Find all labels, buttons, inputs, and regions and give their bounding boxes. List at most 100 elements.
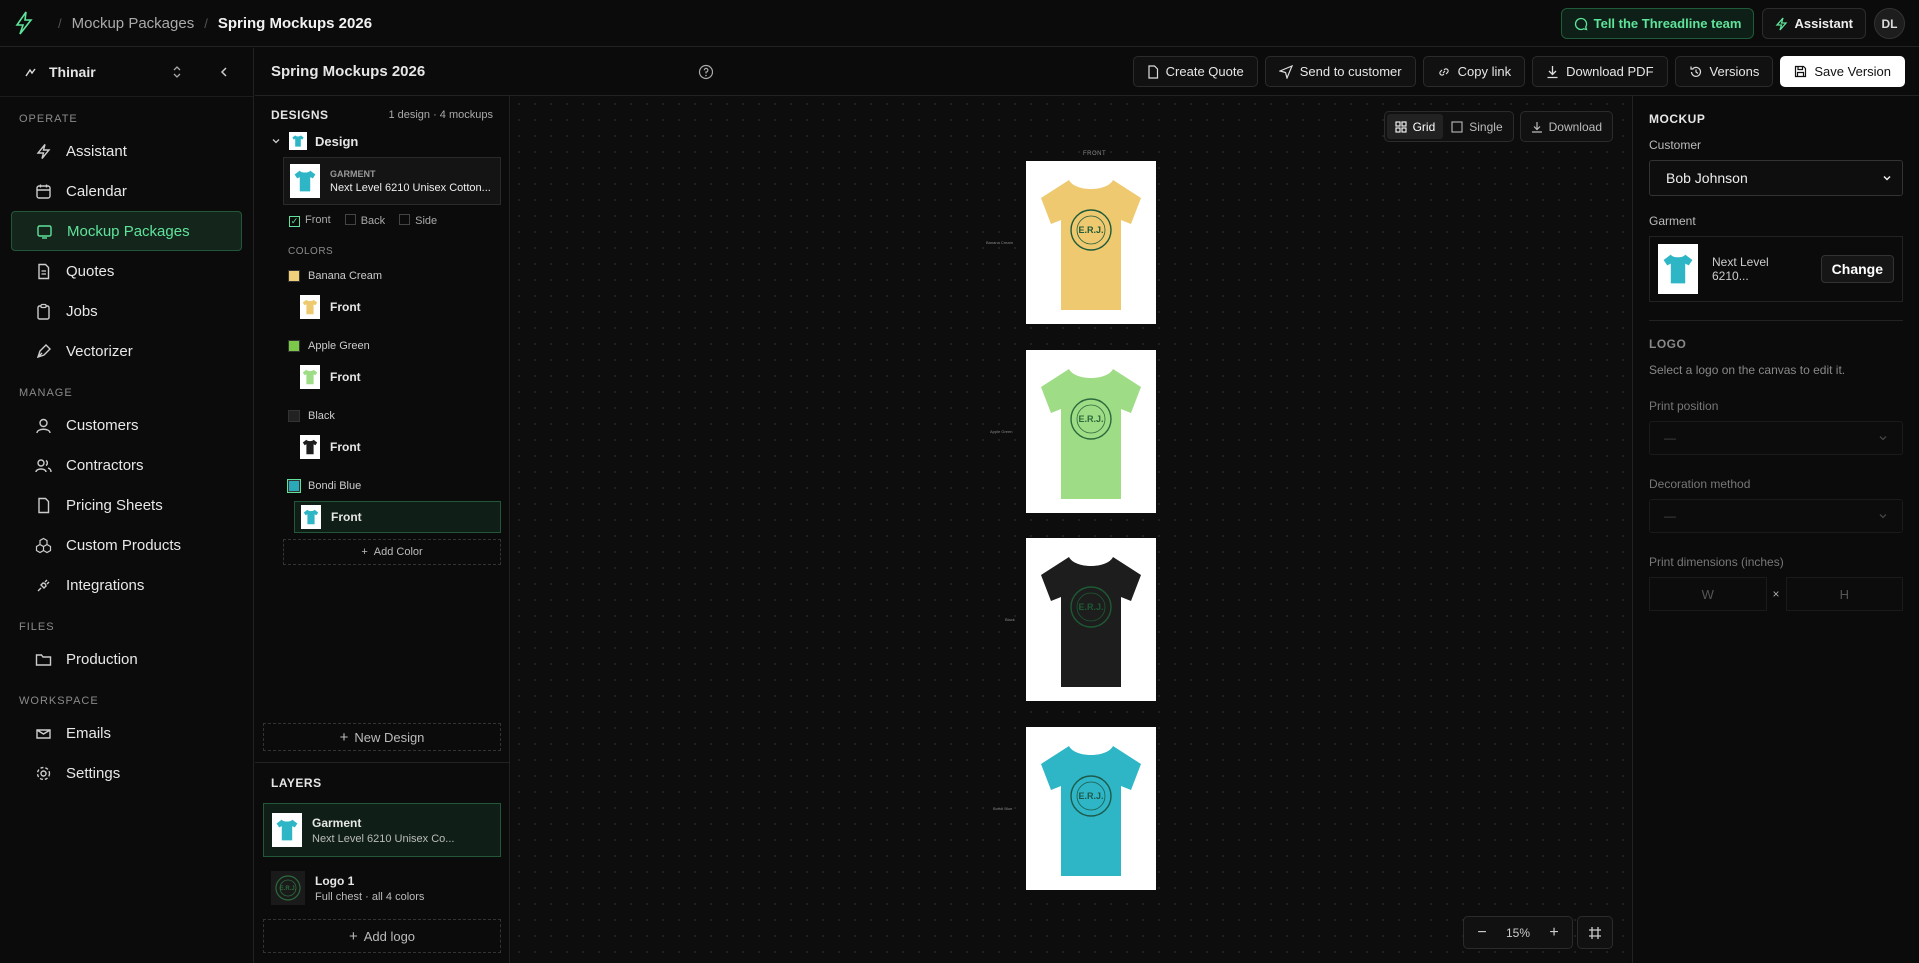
single-view-button[interactable]: Single: [1443, 114, 1510, 139]
zoom-controls: − 15% +: [1463, 916, 1613, 949]
frame-icon: [1589, 926, 1601, 939]
sidebar-item-contractors[interactable]: Contractors: [11, 445, 242, 485]
download-pdf-button[interactable]: Download PDF: [1532, 56, 1668, 87]
create-quote-button[interactable]: Create Quote: [1132, 56, 1258, 87]
sidebar-item-mockup-packages[interactable]: Mockup Packages: [11, 211, 242, 251]
customer-select[interactable]: Bob Johnson: [1649, 160, 1903, 196]
copy-link-button[interactable]: Copy link: [1422, 56, 1526, 87]
versions-button[interactable]: Versions: [1674, 56, 1774, 87]
tshirt-body: [1041, 556, 1141, 687]
plus-icon: +: [339, 728, 349, 746]
logo-thumbnail: E.R.J.: [271, 871, 305, 905]
assistant-button[interactable]: Assistant: [1762, 8, 1866, 39]
send-icon: [1278, 64, 1293, 79]
feedback-button[interactable]: Tell the Threadline team: [1560, 8, 1755, 39]
breadcrumb-current: Spring Mockups 2026: [217, 14, 373, 32]
color-row-apple-green[interactable]: Apple Green: [255, 333, 509, 359]
print-position-select[interactable]: —: [1649, 421, 1903, 455]
color-row-black[interactable]: Black: [255, 403, 509, 429]
history-icon: [1689, 66, 1701, 77]
mockup-black[interactable]: E.R.J.: [1026, 538, 1156, 701]
layer-thumbnail: [272, 813, 302, 847]
app-logo[interactable]: [0, 10, 48, 36]
file-icon: [38, 497, 50, 513]
lightning-icon: [36, 143, 51, 159]
logo-text: E.R.J.: [1078, 414, 1103, 424]
garment-card[interactable]: GARMENT Next Level 6210 Unisex Cotton...: [283, 157, 501, 205]
collapse-sidebar-icon[interactable]: [219, 66, 229, 78]
sidebar-item-custom-products[interactable]: Custom Products: [11, 525, 242, 565]
grid-view-button[interactable]: Grid: [1386, 114, 1444, 139]
zoom-in-button[interactable]: +: [1536, 924, 1572, 942]
new-design-button[interactable]: + New Design: [263, 723, 501, 751]
workspace-switcher[interactable]: Thinair: [0, 48, 253, 97]
logo-print: E.R.J.: [1070, 208, 1112, 251]
download-icon: [1547, 65, 1558, 78]
color-row-banana-cream[interactable]: Banana Cream: [255, 263, 509, 289]
canvas-download-button[interactable]: Download: [1519, 111, 1613, 142]
designs-panel: DESIGNS 1 design · 4 mockups Design GARM…: [255, 96, 510, 963]
send-to-customer-button[interactable]: Send to customer: [1264, 56, 1416, 87]
sidebar-item-customers[interactable]: Customers: [11, 405, 242, 445]
add-logo-button[interactable]: + Add logo: [263, 919, 501, 953]
color-swatch: [288, 340, 300, 352]
fit-to-screen-button[interactable]: [1577, 916, 1613, 949]
view-row-bondi-blue-front[interactable]: Front: [294, 501, 501, 533]
logo-text: E.R.J.: [1078, 602, 1103, 612]
tshirt-body: [1041, 179, 1141, 310]
side-front-checkbox[interactable]: ✓ Front: [289, 214, 331, 227]
sidebar-item-production[interactable]: Production: [11, 639, 242, 679]
garment-label: GARMENT: [330, 168, 376, 179]
sidebar-item-quotes[interactable]: Quotes: [11, 251, 242, 291]
layer-garment[interactable]: Garment Next Level 6210 Unisex Co...: [263, 803, 501, 857]
side-side-checkbox[interactable]: Side: [399, 213, 437, 227]
color-swatch: [288, 270, 300, 282]
breadcrumb-mockup-packages[interactable]: Mockup Packages: [72, 15, 195, 32]
mockup-canvas[interactable]: Grid Single Download FRONT E.R.J. Banana…: [511, 96, 1631, 963]
colors-header: COLORS: [288, 246, 334, 257]
view-thumbnail: [300, 435, 320, 459]
package-title: Spring Mockups 2026: [271, 63, 426, 80]
sidebar-item-jobs[interactable]: Jobs: [11, 291, 242, 331]
sidebar-item-assistant[interactable]: Assistant: [11, 131, 242, 171]
layer-logo-1[interactable]: E.R.J. Logo 1 Full chest · all 4 colors: [263, 861, 501, 915]
save-version-button[interactable]: Save Version: [1780, 56, 1905, 87]
workspace-name: Thinair: [49, 64, 96, 80]
plus-icon: +: [361, 546, 368, 558]
plug-icon: [37, 579, 50, 591]
mockup-apple-green[interactable]: E.R.J.: [1026, 350, 1156, 513]
garment-thumbnail: [1658, 244, 1698, 294]
sidebar-item-vectorizer[interactable]: Vectorizer: [11, 331, 242, 371]
avatar[interactable]: DL: [1874, 8, 1905, 39]
view-row-banana-cream-front[interactable]: Front: [294, 291, 501, 323]
document-icon: [1148, 64, 1158, 79]
change-garment-button[interactable]: Change: [1820, 255, 1894, 283]
view-row-apple-green-front[interactable]: Front: [294, 361, 501, 393]
chevron-down-icon[interactable]: [271, 136, 281, 146]
sidebar-item-calendar[interactable]: Calendar: [11, 171, 242, 211]
sidebar-item-integrations[interactable]: Integrations: [11, 565, 242, 605]
sidebar-item-emails[interactable]: Emails: [11, 713, 242, 753]
layers-header: LAYERS: [271, 776, 322, 790]
design-tree-item[interactable]: Design: [255, 128, 509, 154]
add-color-button[interactable]: + Add Color: [283, 539, 501, 565]
help-icon[interactable]: [698, 64, 714, 80]
chevron-updown-icon[interactable]: [171, 65, 183, 79]
sidebar-item-pricing-sheets[interactable]: Pricing Sheets: [11, 485, 242, 525]
color-swatch: [287, 479, 301, 493]
view-row-black-front[interactable]: Front: [294, 431, 501, 463]
decoration-method-select[interactable]: —: [1649, 499, 1903, 533]
width-input[interactable]: W: [1649, 577, 1767, 611]
logo-text: E.R.J.: [1078, 791, 1103, 801]
zoom-out-button[interactable]: −: [1464, 924, 1500, 942]
mockup-bondi-blue[interactable]: E.R.J.: [1026, 727, 1156, 890]
mockup-banana-cream[interactable]: E.R.J.: [1026, 161, 1156, 324]
print-position-label: Print position: [1649, 399, 1719, 413]
sidebar-item-settings[interactable]: Settings: [11, 753, 242, 793]
height-input[interactable]: H: [1785, 577, 1904, 611]
plus-icon: +: [348, 927, 358, 945]
color-row-bondi-blue[interactable]: Bondi Blue: [255, 473, 509, 499]
side-back-checkbox[interactable]: Back: [344, 213, 385, 227]
mail-icon: [36, 728, 51, 739]
tshirt-graphic: E.R.J.: [1041, 179, 1141, 310]
